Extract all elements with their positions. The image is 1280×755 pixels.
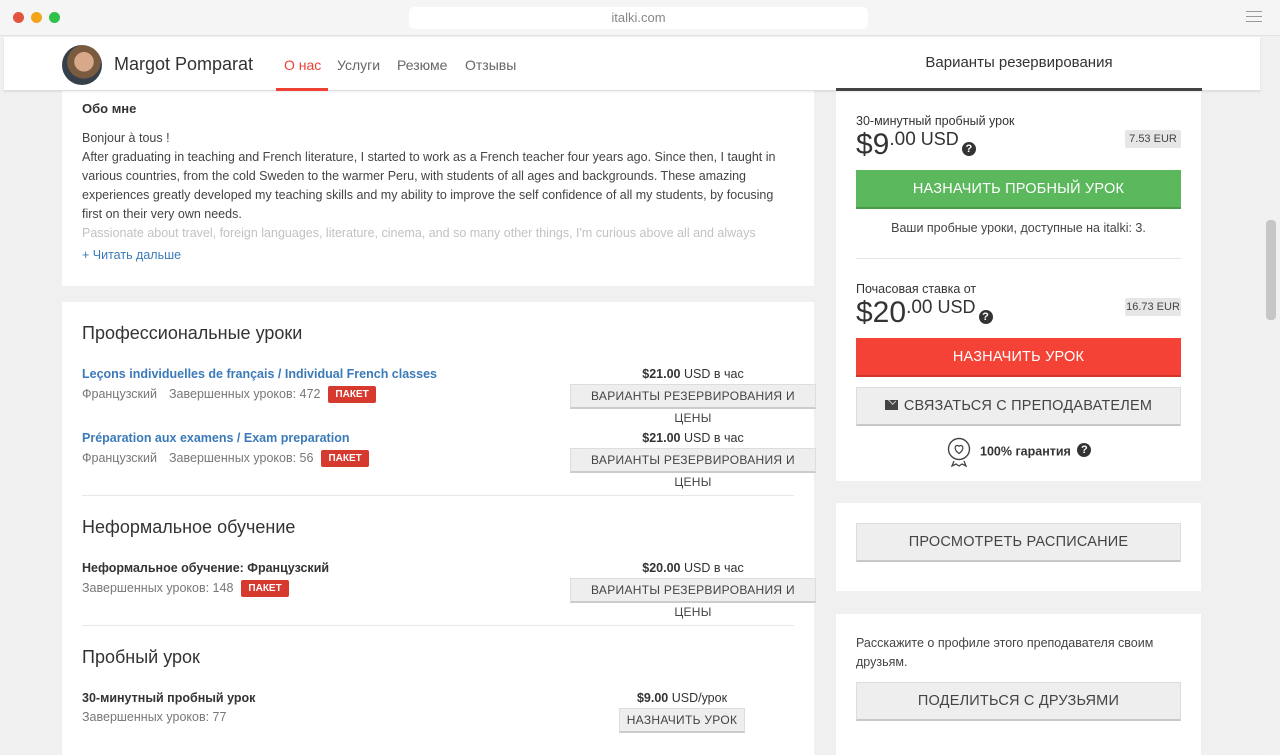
lessons-card: Профессиональные уроки Leçons individuel… [62,302,816,755]
trial-price: $9.00 USD? [856,128,976,162]
lesson-completed: Завершенных уроков: 148 [82,581,234,595]
booking-options-button[interactable]: ВАРИАНТЫ РЕЗЕРВИРОВАНИЯ И ЦЕНЫ [570,384,816,425]
maximize-window-button[interactable] [49,12,60,23]
guarantee-text: 100% гарантия [980,444,1071,459]
about-line: After graduating in teaching and French … [82,150,776,221]
hourly-eur-tag: 16.73 EUR [1125,298,1181,316]
about-line-faded: Passionate about travel, foreign languag… [82,226,756,240]
tab-reviews[interactable]: Отзывы [465,57,516,73]
scrollbar-thumb[interactable] [1266,220,1276,320]
envelope-icon [884,400,898,410]
profile-header: Margot Pomparat О нас Услуги Резюме Отзы… [4,37,1260,91]
price-unit: USD в час [684,367,744,381]
tab-resume[interactable]: Резюме [397,57,447,73]
booking-options-button[interactable]: ВАРИАНТЫ РЕЗЕРВИРОВАНИЯ И ЦЕНЫ [570,578,816,619]
scrollbar-track[interactable] [1264,37,1280,755]
lesson-price: $9.00 USD/урок [619,691,745,705]
lesson-completed: Завершенных уроков: 77 [82,710,227,724]
trial-price-main: $9 [856,128,890,161]
address-bar[interactable]: italki.com [409,7,868,29]
contact-teacher-label: СВЯЗАТЬСЯ С ПРЕПОДАВАТЕЛЕМ [903,398,1153,414]
tab-services[interactable]: Услуги [337,57,380,73]
booking-options-button[interactable]: ВАРИАНТЫ РЕЗЕРВИРОВАНИЯ И ЦЕНЫ [570,448,816,489]
lesson-name: 30-минутный пробный урок [82,691,256,705]
about-card: Обо мне Bonjour à tous ! After graduatin… [62,91,814,286]
close-window-button[interactable] [13,12,24,23]
share-card: Расскажите о профиле этого преподавателя… [836,614,1201,755]
tab-booking-options[interactable]: Варианты резервирования [836,37,1202,91]
lesson-meta: Французский Завершенных уроков: 472 ПАКЕТ [82,386,376,403]
browser-chrome: italki.com [0,0,1280,36]
contact-teacher-button[interactable]: СВЯЗАТЬСЯ С ПРЕПОДАВАТЕЛЕМ [856,387,1181,426]
schedule-card: ПРОСМОТРЕТЬ РАСПИСАНИЕ [836,503,1201,591]
hourly-price-currency: USD [937,297,976,317]
question-icon[interactable]: ? [1077,443,1092,458]
hamburger-menu-icon[interactable] [1246,11,1262,25]
trial-count-text: Ваши пробные уроки, доступные на italki:… [891,221,1146,235]
hourly-price-cents: .00 [906,297,933,318]
lesson-link[interactable]: Préparation aux examens / Exam preparati… [82,431,349,445]
active-tab-indicator [276,88,328,91]
teacher-name: Margot Pomparat [114,54,254,74]
lesson-price: $21.00 USD в час [570,367,816,381]
lesson-meta: Французский Завершенных уроков: 56 ПАКЕТ [82,450,369,467]
section-divider [82,495,794,496]
about-title: Обо мне [82,101,137,116]
section-title-trial: Пробный урок [82,647,200,667]
booking-divider [856,258,1181,259]
lesson-language: Французский [82,387,157,401]
minimize-window-button[interactable] [31,12,42,23]
lesson-completed: Завершенных уроков: 472 [169,387,321,401]
lesson-completed: Завершенных уроков: 56 [169,451,314,465]
about-line: Bonjour à tous ! [82,131,170,145]
booking-card: 30-минутный пробный урок $9.00 USD? 7.53 … [836,91,1201,481]
view-schedule-button[interactable]: ПРОСМОТРЕТЬ РАСПИСАНИЕ [856,523,1181,562]
book-trial-button[interactable]: НАЗНАЧИТЬ ПРОБНЫЙ УРОК [856,170,1181,209]
book-trial-lesson-button[interactable]: НАЗНАЧИТЬ УРОК [619,708,745,733]
lesson-language: Французский [82,451,157,465]
lesson-meta: Завершенных уроков: 77 [82,710,226,724]
package-badge: ПАКЕТ [241,580,289,597]
question-icon[interactable]: ? [961,142,976,156]
question-icon[interactable]: ? [978,310,993,324]
lesson-price: $21.00 USD в час [570,431,816,445]
hourly-price-main: $20 [856,296,907,329]
hourly-label: Почасовая ставка от [856,282,977,296]
guarantee-badge-icon [947,437,971,468]
lesson-name: Неформальное обучение: Французский [82,561,330,575]
trial-price-cents: .00 [889,129,916,150]
price-value: $9.00 [636,691,669,705]
price-value: $20.00 [642,561,681,575]
trial-eur-tag: 7.53 EUR [1125,130,1181,148]
avatar[interactable] [62,45,102,85]
section-title-informal: Неформальное обучение [82,517,296,537]
share-with-friends-button[interactable]: ПОДЕЛИТЬСЯ С ДРУЗЬЯМИ [856,682,1181,721]
section-title-professional: Профессиональные уроки [82,323,303,343]
price-unit: USD/урок [671,691,728,705]
section-divider [82,625,794,626]
lesson-price: $20.00 USD в час [570,561,816,575]
book-lesson-button[interactable]: НАЗНАЧИТЬ УРОК [856,338,1181,377]
trial-label: 30-минутный пробный урок [856,114,1015,128]
guarantee-row: 100% гарантия ? [946,437,1092,468]
price-unit: USD в час [684,561,744,575]
package-badge: ПАКЕТ [328,386,376,403]
price-unit: USD в час [684,431,744,445]
trial-price-currency: USD [920,129,959,149]
hourly-price: $20.00 USD? [856,296,993,330]
price-value: $21.00 [642,431,681,445]
share-text: Расскажите о профиле этого преподавателя… [856,636,1154,669]
page-content: Margot Pomparat О нас Услуги Резюме Отзы… [0,37,1264,755]
read-more-link[interactable]: + Читать дальше [82,248,181,262]
price-value: $21.00 [642,367,681,381]
lesson-meta: Завершенных уроков: 148 ПАКЕТ [82,580,289,597]
tab-about[interactable]: О нас [284,57,321,73]
package-badge: ПАКЕТ [321,450,369,467]
about-text: Bonjour à tous ! After graduating in tea… [82,129,794,243]
lesson-link[interactable]: Leçons individuelles de français / Indiv… [82,367,437,381]
